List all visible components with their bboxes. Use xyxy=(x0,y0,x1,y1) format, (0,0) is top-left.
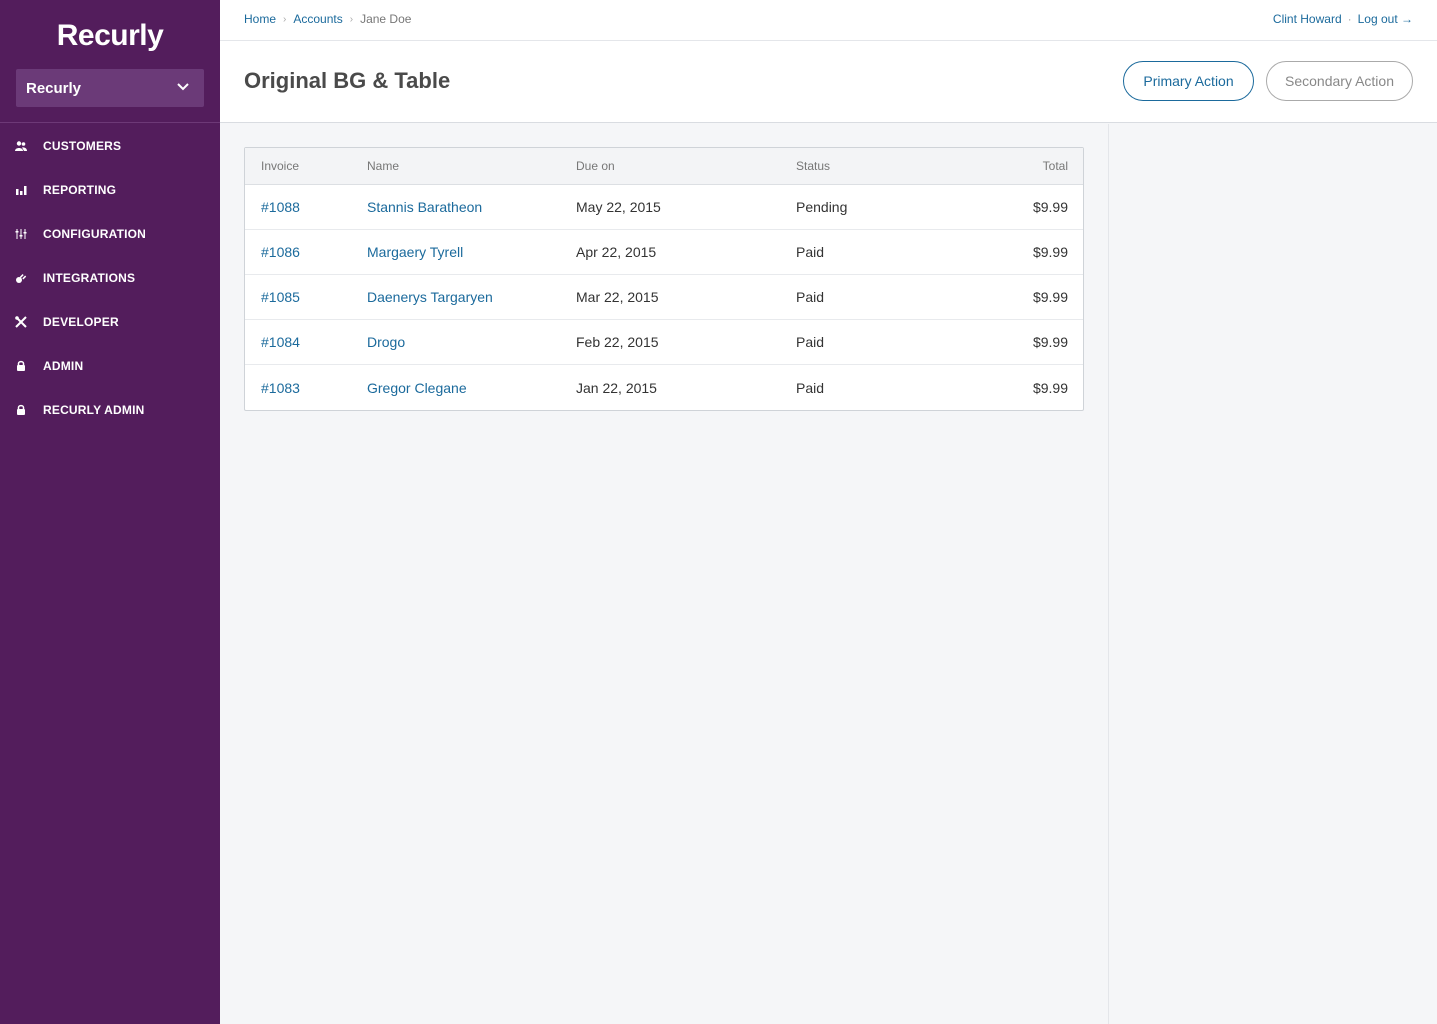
site-selector[interactable]: Recurly xyxy=(16,69,204,107)
due-date: Apr 22, 2015 xyxy=(576,244,657,260)
invoice-link[interactable]: #1088 xyxy=(245,199,367,215)
table-row[interactable]: #1085 Daenerys Targaryen Mar 22, 2015 Pa… xyxy=(245,275,1083,320)
sidebar-item-integrations[interactable]: INTEGRATIONS xyxy=(0,256,220,300)
breadcrumb-separator: › xyxy=(349,13,354,25)
due-date: May 22, 2015 xyxy=(576,199,661,215)
right-panel xyxy=(1108,124,1437,1024)
sidebar-item-label: DEVELOPER xyxy=(43,315,119,329)
tools-icon xyxy=(14,315,28,329)
due-date: Mar 22, 2015 xyxy=(576,289,659,305)
top-bar: Home › Accounts › Jane Doe Clint Howard … xyxy=(220,0,1437,41)
lock-icon xyxy=(14,403,28,417)
sidebar-item-label: ADMIN xyxy=(43,359,84,373)
sidebar-item-label: CUSTOMERS xyxy=(43,139,122,153)
due-date: Feb 22, 2015 xyxy=(576,334,659,350)
user-nav-separator: · xyxy=(1347,12,1352,26)
status: Paid xyxy=(796,289,825,305)
main-area: Home › Accounts › Jane Doe Clint Howard … xyxy=(220,0,1437,1024)
sidebar: Recurly Recurly CUSTOMERS REPORTING CONF… xyxy=(0,0,220,1024)
table-row[interactable]: #1088 Stannis Baratheon May 22, 2015 Pen… xyxy=(245,185,1083,230)
customer-name-link[interactable]: Gregor Clegane xyxy=(367,380,576,396)
user-link[interactable]: Clint Howard xyxy=(1273,12,1342,26)
invoice-table: Invoice Name Due on Status Total #1088 S… xyxy=(244,147,1084,411)
invoice-link[interactable]: #1083 xyxy=(245,380,367,396)
column-header-due-on[interactable]: Due on xyxy=(576,159,796,173)
customer-name-link[interactable]: Stannis Baratheon xyxy=(367,199,576,215)
primary-action-button[interactable]: Primary Action xyxy=(1123,61,1254,101)
column-header-total[interactable]: Total xyxy=(946,159,1083,173)
sidebar-item-configuration[interactable]: CONFIGURATION xyxy=(0,212,220,256)
column-header-invoice[interactable]: Invoice xyxy=(245,159,367,173)
sidebar-item-reporting[interactable]: REPORTING xyxy=(0,168,220,212)
sidebar-item-label: INTEGRATIONS xyxy=(43,271,136,285)
total: $9.99 xyxy=(1032,244,1068,260)
breadcrumb-separator: › xyxy=(283,13,287,25)
page-title: Original BG & Table xyxy=(244,68,451,93)
chevron-down-icon xyxy=(176,79,190,98)
sidebar-item-recurly-admin[interactable]: RECURLY ADMIN xyxy=(0,388,220,432)
sidebar-item-admin[interactable]: ADMIN xyxy=(0,344,220,388)
users-icon xyxy=(14,139,28,153)
recurly-logo[interactable]: Recurly xyxy=(0,0,220,62)
status: Paid xyxy=(796,379,825,396)
sidebar-divider xyxy=(0,122,220,123)
table-row[interactable]: #1084 Drogo Feb 22, 2015 Paid $9.99 xyxy=(245,320,1083,365)
customer-name-link[interactable]: Daenerys Targaryen xyxy=(367,289,576,305)
logout-link[interactable]: Log out → xyxy=(1358,12,1413,26)
status: Pending xyxy=(796,199,848,215)
site-selector-label: Recurly xyxy=(26,79,82,97)
sidebar-item-developer[interactable]: DEVELOPER xyxy=(0,300,220,344)
invoice-link[interactable]: #1085 xyxy=(245,289,367,305)
secondary-action-button[interactable]: Secondary Action xyxy=(1266,61,1413,101)
sliders-icon xyxy=(14,227,28,241)
plug-icon xyxy=(14,271,28,285)
column-header-status[interactable]: Status xyxy=(796,159,946,173)
table-row[interactable]: #1086 Margaery Tyrell Apr 22, 2015 Paid … xyxy=(245,230,1083,275)
column-header-name[interactable]: Name xyxy=(367,159,576,173)
lock-icon xyxy=(14,359,28,373)
total: $9.99 xyxy=(1032,379,1068,396)
invoice-link[interactable]: #1086 xyxy=(245,244,367,260)
breadcrumb-home[interactable]: Home xyxy=(244,12,276,26)
status: Paid xyxy=(796,244,825,260)
breadcrumb: Home › Accounts › Jane Doe xyxy=(244,12,411,26)
table-header: Invoice Name Due on Status Total xyxy=(245,148,1083,185)
total: $9.99 xyxy=(1032,199,1068,215)
breadcrumb-current: Jane Doe xyxy=(360,12,412,26)
customer-name-link[interactable]: Drogo xyxy=(367,334,576,350)
breadcrumb-accounts[interactable]: Accounts xyxy=(293,12,342,26)
total: $9.99 xyxy=(1032,289,1068,305)
sidebar-nav: CUSTOMERS REPORTING CONFIGURATION INTEGR… xyxy=(0,124,220,432)
sidebar-item-customers[interactable]: CUSTOMERS xyxy=(0,124,220,168)
user-nav: Clint Howard · Log out → xyxy=(1273,12,1413,26)
sidebar-item-label: CONFIGURATION xyxy=(43,227,147,241)
customer-name-link[interactable]: Margaery Tyrell xyxy=(367,244,576,260)
page-header: Original BG & Table Primary Action Secon… xyxy=(220,41,1437,123)
due-date: Jan 22, 2015 xyxy=(576,379,657,396)
invoice-link[interactable]: #1084 xyxy=(245,334,367,350)
content-area: Invoice Name Due on Status Total #1088 S… xyxy=(220,124,1108,1024)
sidebar-item-label: REPORTING xyxy=(43,183,117,197)
bar-chart-icon xyxy=(14,183,28,197)
status: Paid xyxy=(796,334,825,350)
table-row[interactable]: #1083 Gregor Clegane Jan 22, 2015 Paid $… xyxy=(245,365,1083,410)
sidebar-item-label: RECURLY ADMIN xyxy=(43,403,145,417)
total: $9.99 xyxy=(1032,334,1068,350)
